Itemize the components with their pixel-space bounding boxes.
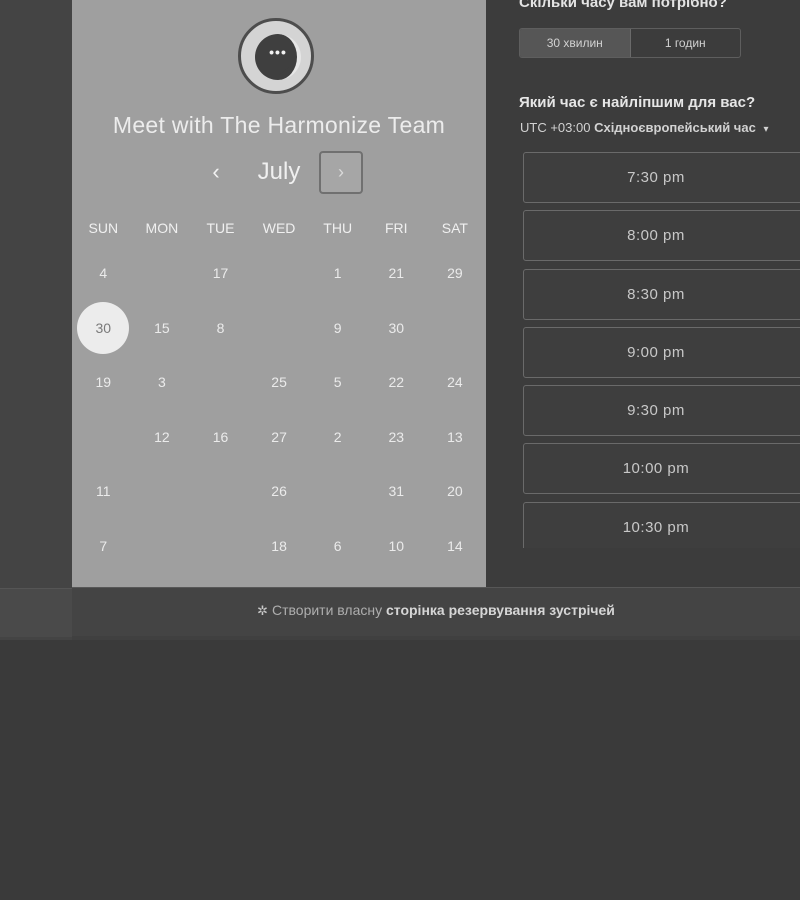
calendar-day[interactable]: 5 xyxy=(308,355,367,410)
footer-link[interactable]: ✲ Створити власну сторінка резервування з… xyxy=(72,588,800,632)
left-gutter xyxy=(0,0,72,640)
ellipsis-icon: ••• xyxy=(269,44,287,60)
calendar-day xyxy=(133,464,192,519)
next-month-button[interactable]: › xyxy=(319,151,363,194)
hubspot-sprocket-icon: ✲ xyxy=(257,603,268,618)
calendar-panel: ••• Meet with The Harmonize Team ‹ July … xyxy=(72,0,486,587)
weekday-header-row: SUN MON TUE WED THU FRI SAT xyxy=(74,210,484,246)
time-slot-button[interactable]: 10:30 pm xyxy=(523,502,800,548)
team-title: Meet with The Harmonize Team xyxy=(112,112,446,138)
month-label: July xyxy=(257,158,301,185)
calendar-week: 11 26 31 20 xyxy=(74,464,484,519)
weekday-label: THU xyxy=(323,220,353,236)
calendar-day[interactable]: 2 xyxy=(308,410,367,465)
team-avatar: ••• xyxy=(238,18,314,94)
weekday-label: SUN xyxy=(88,220,119,236)
time-question: Який час є найліпшим для вас? xyxy=(519,94,756,111)
weekday-label: WED xyxy=(262,220,296,236)
footer-link-text[interactable]: сторінка резервування зустрічей xyxy=(386,602,615,618)
calendar-day[interactable]: 16 xyxy=(191,410,250,465)
calendar-day xyxy=(426,301,485,356)
calendar-day[interactable]: 4 xyxy=(74,246,133,301)
calendar-day[interactable]: 6 xyxy=(308,519,367,574)
duration-question: Скільки часу вам потрібно? xyxy=(519,0,727,11)
weekday-label: SAT xyxy=(441,220,468,236)
calendar-day xyxy=(250,301,309,356)
calendar-day xyxy=(250,246,309,301)
calendar-week: 19 3 25 5 22 24 xyxy=(74,355,484,410)
calendar-day[interactable]: 1 xyxy=(308,246,367,301)
calendar-day[interactable]: 21 xyxy=(367,246,426,301)
time-slot-button[interactable]: 8:00 pm xyxy=(523,210,800,261)
calendar-week: 12 16 27 2 23 13 xyxy=(74,410,484,465)
calendar-week: 4 17 1 21 29 xyxy=(74,246,484,301)
calendar-day[interactable]: 23 xyxy=(367,410,426,465)
calendar-day[interactable]: 25 xyxy=(250,355,309,410)
calendar-day[interactable]: 15 xyxy=(133,301,192,356)
calendar-day-selected[interactable]: 30 xyxy=(74,301,133,356)
calendar-week: 7 18 6 10 14 xyxy=(74,519,484,574)
calendar-day[interactable]: 26 xyxy=(250,464,309,519)
time-slot-label: 8:00 pm xyxy=(627,227,685,244)
time-slot-list[interactable]: 7:30 pm 8:00 pm 8:30 pm 9:00 pm 9:30 pm … xyxy=(523,152,800,548)
time-slot-label: 10:30 pm xyxy=(622,519,690,536)
calendar-day xyxy=(191,355,250,410)
footer-bar: ✲ Створити власну сторінка резервування з… xyxy=(72,587,800,636)
calendar-day[interactable]: 20 xyxy=(426,464,485,519)
time-slot-label: 8:30 pm xyxy=(627,286,685,303)
calendar-day xyxy=(191,519,250,574)
weekday-label: FRI xyxy=(384,220,408,236)
timezone-offset: UTC +03:00 xyxy=(520,120,591,135)
time-slot-label: 9:30 pm xyxy=(627,402,685,419)
calendar-day[interactable]: 27 xyxy=(250,410,309,465)
calendar-day xyxy=(74,410,133,465)
calendar-day xyxy=(133,246,192,301)
calendar-day[interactable]: 13 xyxy=(426,410,485,465)
time-slot-button[interactable]: 10:00 pm xyxy=(523,443,800,494)
calendar-week: 30 15 8 9 30 xyxy=(74,301,484,356)
calendar-day[interactable]: 31 xyxy=(367,464,426,519)
calendar-day[interactable]: 14 xyxy=(426,519,485,574)
calendar-day[interactable]: 3 xyxy=(133,355,192,410)
calendar-day[interactable]: 8 xyxy=(191,301,250,356)
selected-day-circle[interactable]: 30 xyxy=(77,301,130,354)
timezone-dropdown[interactable]: UTC +03:00 Східноєвропейський час ▾ xyxy=(520,120,768,135)
calendar-day[interactable]: 11 xyxy=(74,464,133,519)
calendar-day[interactable]: 17 xyxy=(191,246,250,301)
time-slot-button[interactable]: 9:00 pm xyxy=(523,327,800,378)
duration-option-1hour[interactable]: 1 годин xyxy=(631,29,741,57)
weekday-label: MON xyxy=(145,220,179,236)
calendar-day xyxy=(191,464,250,519)
duration-option-30min[interactable]: 30 хвилин xyxy=(520,29,631,57)
time-slot-button[interactable]: 8:30 pm xyxy=(523,269,800,320)
time-slot-button[interactable]: 9:30 pm xyxy=(523,385,800,436)
calendar-day[interactable]: 18 xyxy=(250,519,309,574)
calendar-day[interactable]: 29 xyxy=(426,246,485,301)
calendar-day[interactable]: 19 xyxy=(74,355,133,410)
duration-toggle: 30 хвилин 1 годин xyxy=(519,28,741,58)
calendar-day[interactable]: 24 xyxy=(426,355,485,410)
prev-month-button[interactable]: ‹ xyxy=(200,158,232,188)
chat-bubble-tail xyxy=(279,67,289,75)
time-slot-label: 10:00 pm xyxy=(622,460,690,477)
booking-panel: Скільки часу вам потрібно? 30 хвилин 1 г… xyxy=(486,0,800,587)
weekday-label: TUE xyxy=(206,220,235,236)
calendar-day xyxy=(308,464,367,519)
calendar-day[interactable]: 10 xyxy=(367,519,426,574)
calendar-day[interactable]: 30 xyxy=(367,301,426,356)
time-slot-button[interactable]: 7:30 pm xyxy=(523,152,800,203)
calendar-day[interactable]: 22 xyxy=(367,355,426,410)
calendar-grid: SUN MON TUE WED THU FRI SAT 4 17 1 21 29… xyxy=(74,210,484,573)
time-slot-label: 7:30 pm xyxy=(627,169,685,186)
calendar-day[interactable]: 12 xyxy=(133,410,192,465)
left-gutter-footer xyxy=(0,588,72,637)
chevron-down-icon: ▾ xyxy=(763,124,769,135)
timezone-name: Східноєвропейський час xyxy=(594,120,756,135)
time-slot-label: 9:00 pm xyxy=(627,344,685,361)
calendar-day[interactable]: 7 xyxy=(74,519,133,574)
calendar-day[interactable]: 9 xyxy=(308,301,367,356)
footer-prefix: Створити власну xyxy=(271,602,383,618)
calendar-day xyxy=(133,519,192,574)
